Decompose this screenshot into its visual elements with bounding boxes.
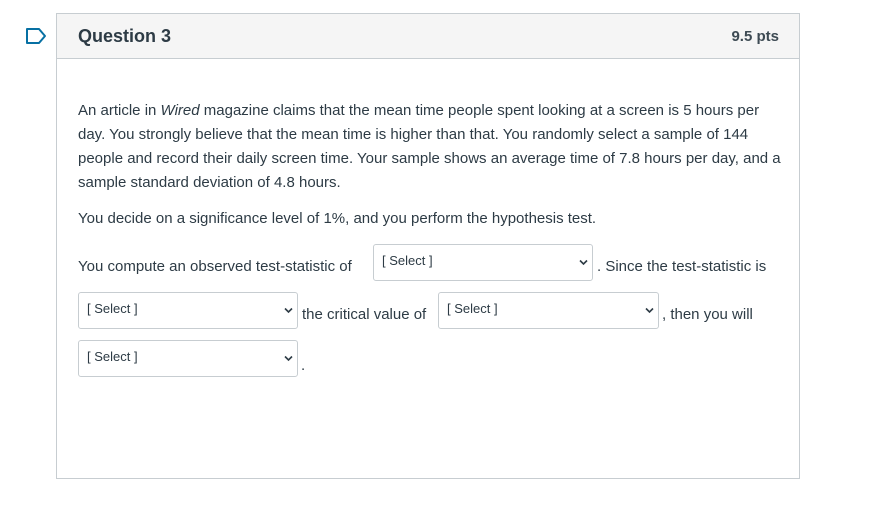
critical-value-select[interactable]: [ Select ] xyxy=(438,292,659,329)
line2-middle: the critical value of xyxy=(302,306,427,323)
chevron-down-icon xyxy=(284,307,293,314)
chevron-down-icon xyxy=(579,259,588,266)
question-text: An article in Wired magazine claims that… xyxy=(78,99,790,195)
question-title: Question 3 xyxy=(78,25,172,46)
question-text-part1: An article in xyxy=(78,102,161,119)
test-statistic-select[interactable]: [ Select ] xyxy=(373,244,593,281)
question-card: Question 3 9.5 pts An article in Wired m… xyxy=(56,13,800,479)
magazine-name: Wired xyxy=(160,102,200,119)
significance-text: You decide on a significance level of 1%… xyxy=(78,210,597,227)
question-header: Question 3 9.5 pts xyxy=(57,14,799,59)
comparison-select[interactable]: [ Select ] xyxy=(78,292,298,329)
decision-select[interactable]: [ Select ] xyxy=(78,340,298,377)
critical-value-select-value: [ Select ] xyxy=(447,301,498,316)
decision-select-value: [ Select ] xyxy=(87,349,138,364)
question-body: An article in Wired magazine claims that… xyxy=(78,99,790,227)
chevron-down-icon xyxy=(284,355,293,362)
line1-suffix: . Since the test-statistic is xyxy=(597,258,767,275)
line1-prefix: You compute an observed test-statistic o… xyxy=(78,258,352,275)
question-points: 9.5 pts xyxy=(731,27,779,45)
line3-suffix: . xyxy=(301,357,306,374)
bookmark-flag-icon[interactable] xyxy=(25,27,47,45)
chevron-down-icon xyxy=(645,307,654,314)
comparison-select-value: [ Select ] xyxy=(87,301,138,316)
test-statistic-select-value: [ Select ] xyxy=(382,253,433,268)
line2-suffix: , then you will xyxy=(662,306,753,323)
